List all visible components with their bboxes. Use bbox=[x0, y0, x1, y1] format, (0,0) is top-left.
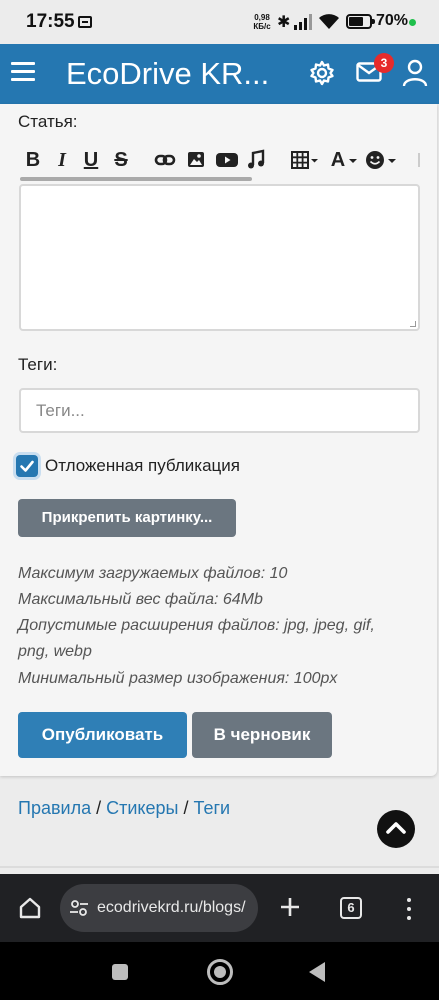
upload-info-extensions: Допустимые расширения файлов: jpg, jpeg,… bbox=[18, 617, 375, 634]
network-speed-value: 0,98 bbox=[254, 13, 270, 22]
article-label: Статья: bbox=[18, 112, 78, 131]
bluetooth-icon: ✱ bbox=[277, 14, 291, 31]
footer-link-rules[interactable]: Правила bbox=[18, 798, 91, 818]
new-tab-icon[interactable] bbox=[279, 896, 301, 918]
browser-menu-icon[interactable] bbox=[406, 898, 412, 920]
save-draft-button[interactable]: В черновик bbox=[192, 712, 332, 758]
wifi-icon bbox=[319, 14, 339, 29]
home-icon[interactable] bbox=[18, 896, 42, 920]
toolbar-overflow-divider bbox=[418, 153, 420, 167]
status-time: 17:55 bbox=[26, 11, 75, 32]
settings-icon[interactable] bbox=[308, 59, 336, 87]
charging-indicator bbox=[409, 19, 416, 26]
media-notification-icon bbox=[78, 16, 92, 28]
delayed-publish-checkbox[interactable] bbox=[16, 455, 38, 477]
battery-percent: 70% bbox=[376, 12, 409, 29]
browser-toolbar: ecodrivekrd.ru/blogs/ 6 bbox=[0, 874, 439, 942]
upload-info-min-size: Минимальный размер изображения: 100px bbox=[18, 670, 338, 687]
home-nav-icon[interactable] bbox=[207, 959, 233, 985]
toolbar-scrollbar[interactable] bbox=[20, 177, 252, 181]
upload-info-extensions-cont: png, webp bbox=[18, 643, 92, 660]
battery-icon bbox=[346, 14, 375, 29]
resize-handle[interactable] bbox=[410, 321, 416, 327]
editor-toolbar: B I U S A bbox=[18, 148, 428, 176]
menu-icon[interactable] bbox=[11, 62, 35, 82]
footer-divider bbox=[0, 866, 439, 868]
font-color-icon[interactable]: A bbox=[328, 148, 348, 172]
music-icon[interactable] bbox=[246, 148, 266, 172]
publish-button[interactable]: Опубликовать bbox=[18, 712, 187, 758]
bold-icon[interactable]: B bbox=[24, 148, 42, 172]
address-bar[interactable]: ecodrivekrd.ru/blogs/ bbox=[60, 884, 258, 932]
network-speed: 0,98 КБ/с bbox=[250, 13, 274, 31]
back-icon[interactable] bbox=[309, 962, 325, 982]
article-textarea[interactable] bbox=[19, 184, 420, 331]
site-title[interactable]: EcoDrive KR... bbox=[66, 56, 269, 92]
battery-level-fill bbox=[349, 17, 363, 26]
footer-link-tags[interactable]: Теги bbox=[193, 798, 230, 818]
italic-icon[interactable]: I bbox=[54, 148, 70, 172]
upload-info-max-size: Максимальный вес файла: 64Mb bbox=[18, 591, 263, 608]
system-nav-bar bbox=[0, 942, 439, 1000]
status-bar: 17:55 0,98 КБ/с ✱ 70% bbox=[0, 0, 439, 44]
font-color-dropdown-icon[interactable] bbox=[348, 148, 358, 172]
checkmark-icon bbox=[20, 460, 34, 472]
footer-links: Правила / Стикеры / Теги bbox=[18, 798, 230, 819]
video-icon[interactable] bbox=[215, 148, 239, 172]
footer-link-stickers[interactable]: Стикеры bbox=[106, 798, 178, 818]
chevron-up-icon bbox=[386, 822, 406, 834]
table-icon[interactable] bbox=[290, 148, 320, 172]
upload-info-max-files: Максимум загружаемых файлов: 10 bbox=[18, 565, 288, 582]
app-header: EcoDrive KR... 3 bbox=[0, 44, 439, 104]
footer-separator: / bbox=[178, 798, 194, 818]
image-icon[interactable] bbox=[186, 148, 206, 172]
tabs-count-button[interactable]: 6 bbox=[340, 897, 362, 919]
signal-icon bbox=[294, 14, 312, 30]
user-icon[interactable] bbox=[402, 59, 428, 87]
tags-input[interactable]: Теги... bbox=[19, 388, 420, 433]
attach-image-button[interactable]: Прикрепить картинку... bbox=[18, 499, 236, 537]
recent-apps-icon[interactable] bbox=[112, 964, 128, 980]
url-text: ecodrivekrd.ru/blogs/ bbox=[97, 899, 246, 916]
network-speed-unit: КБ/с bbox=[253, 22, 271, 31]
tags-label: Теги: bbox=[18, 355, 58, 374]
delayed-publish-label[interactable]: Отложенная публикация bbox=[45, 456, 240, 476]
scroll-to-top-button[interactable] bbox=[377, 810, 415, 848]
footer-separator: / bbox=[91, 798, 107, 818]
link-icon[interactable] bbox=[154, 148, 176, 172]
notifications-badge[interactable]: 3 bbox=[374, 53, 394, 73]
underline-icon[interactable]: U bbox=[82, 148, 100, 172]
site-settings-icon[interactable] bbox=[69, 898, 89, 918]
strikethrough-icon[interactable]: S bbox=[112, 148, 130, 172]
emoji-icon[interactable] bbox=[364, 148, 398, 172]
